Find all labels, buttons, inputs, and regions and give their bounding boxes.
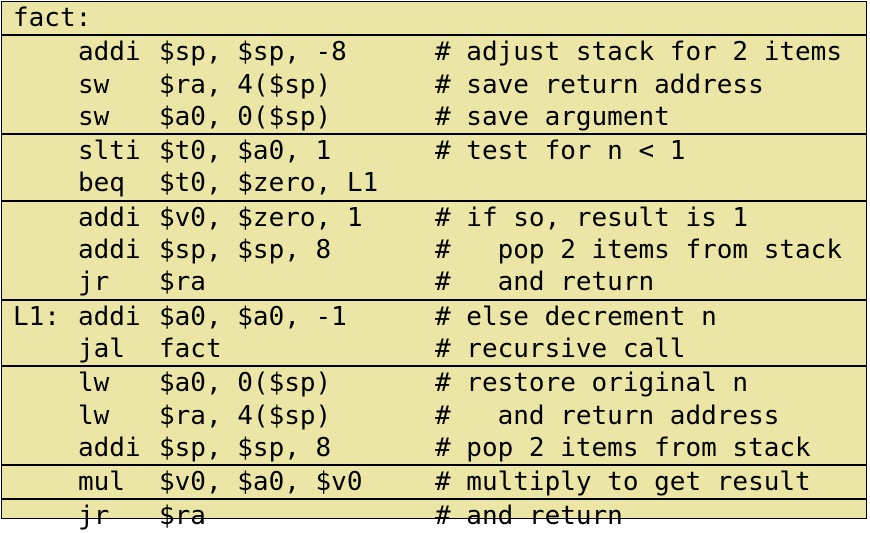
- opcode: jal: [78, 333, 125, 364]
- code-block: fact:: [2, 2, 866, 34]
- operands: $a0, $a0, -1: [159, 301, 347, 332]
- code-comment: # recursive call: [435, 333, 686, 364]
- opcode: addi: [78, 202, 141, 233]
- code-line: slti $t0, $a0, 1 # test for n < 1: [2, 135, 866, 167]
- code-block: slti $t0, $a0, 1 # test for n < 1 beq $t0, $…: [2, 133, 866, 200]
- code-line: lw $ra, 4($sp) # and return address: [2, 400, 866, 432]
- opcode: addi: [78, 235, 141, 266]
- opcode: addi: [78, 432, 141, 463]
- opcode: jr: [78, 501, 110, 532]
- code-comment: # if so, result is 1: [435, 202, 749, 233]
- opcode: sw: [78, 101, 110, 132]
- code-comment: # and return: [435, 267, 655, 298]
- operands: $a0, 0($sp): [159, 368, 332, 399]
- code-block: lw $a0, 0($sp) # restore original n lw $ra, …: [2, 365, 866, 464]
- code-block: addi $v0, $zero, 1 # if so, result is 1 add…: [2, 199, 866, 299]
- operands: $a0, 0($sp): [159, 101, 332, 132]
- opcode: lw: [78, 368, 110, 399]
- opcode: slti: [78, 136, 141, 167]
- code-label: fact:: [13, 3, 92, 33]
- operands: $v0, $a0, $v0: [159, 467, 363, 498]
- opcode: beq: [78, 168, 125, 199]
- code-block: addi $sp, $sp, -8 # adjust stack for 2 ite…: [2, 34, 866, 133]
- opcode: sw: [78, 69, 110, 100]
- code-comment: # and return: [435, 501, 623, 532]
- code-line: sw $a0, 0($sp) # save argument: [2, 101, 866, 133]
- code-line: addi $sp, $sp, -8 # adjust stack for 2 ite…: [2, 36, 866, 68]
- opcode: jr: [78, 267, 110, 298]
- operands: $sp, $sp, 8: [159, 235, 332, 266]
- code-comment: # pop 2 items from stack: [435, 432, 811, 463]
- code-comment: # test for n < 1: [435, 136, 686, 167]
- assembly-code-listing: fact: addi $sp, $sp, -8 # adjust stack for …: [1, 1, 867, 531]
- opcode: addi: [78, 301, 141, 332]
- code-comment: # pop 2 items from stack: [435, 235, 842, 266]
- code-label: L1:: [13, 301, 60, 332]
- code-line: addi $v0, $zero, 1 # if so, result is 1: [2, 202, 866, 234]
- opcode: lw: [78, 400, 110, 431]
- operands: $ra: [159, 267, 206, 298]
- code-line: addi $sp, $sp, 8 # pop 2 items from stack: [2, 432, 866, 464]
- code-line: addi $sp, $sp, 8 # pop 2 items from stack: [2, 234, 866, 266]
- code-line: L1: addi $a0, $a0, -1 # else decrement n: [2, 301, 866, 333]
- opcode: mul: [78, 467, 125, 498]
- code-line: jr $ra # and return: [2, 500, 866, 532]
- code-comment: # and return address: [435, 400, 780, 431]
- operands: $v0, $zero, 1: [159, 202, 363, 233]
- operands: fact: [159, 333, 222, 364]
- code-comment: # restore original n: [435, 368, 749, 399]
- operands: $sp, $sp, -8: [159, 37, 347, 68]
- code-block: jr $ra # and return: [2, 498, 866, 532]
- code-comment: # save argument: [435, 101, 670, 132]
- code-comment: # save return address: [435, 69, 764, 100]
- code-line: fact:: [2, 2, 866, 34]
- code-line: jal fact # recursive call: [2, 333, 866, 365]
- operands: $ra, 4($sp): [159, 400, 332, 431]
- code-line: jr $ra # and return: [2, 266, 866, 298]
- code-line: mul $v0, $a0, $v0 # multiply to get result: [2, 466, 866, 498]
- code-comment: # multiply to get result: [435, 467, 811, 498]
- operands: $sp, $sp, 8: [159, 432, 332, 463]
- code-line: sw $ra, 4($sp) # save return address: [2, 69, 866, 101]
- opcode: addi: [78, 37, 141, 68]
- code-line: beq $t0, $zero, L1: [2, 167, 866, 199]
- code-comment: # else decrement n: [435, 301, 717, 332]
- operands: $ra, 4($sp): [159, 69, 332, 100]
- code-block: mul $v0, $a0, $v0 # multiply to get result: [2, 464, 866, 498]
- operands: $t0, $zero, L1: [159, 168, 379, 199]
- operands: $t0, $a0, 1: [159, 136, 332, 167]
- code-line: lw $a0, 0($sp) # restore original n: [2, 367, 866, 399]
- code-comment: # adjust stack for 2 items: [435, 37, 842, 68]
- code-block: L1: addi $a0, $a0, -1 # else decrement n jal…: [2, 298, 866, 366]
- operands: $ra: [159, 501, 206, 532]
